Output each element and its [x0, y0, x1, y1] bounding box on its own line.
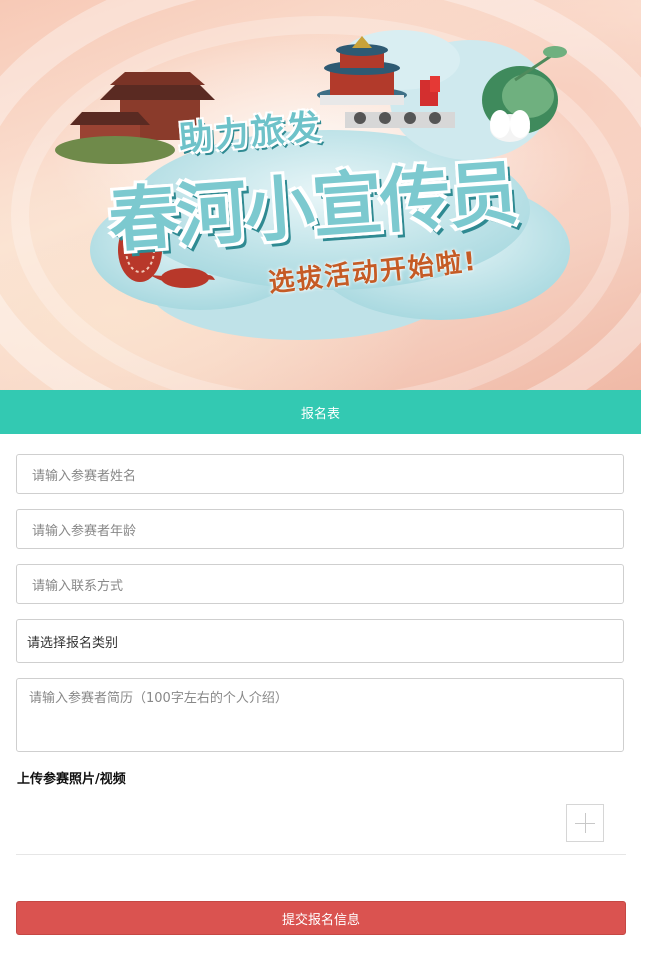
participant-name-input[interactable]: 请输入参赛者姓名: [16, 454, 624, 494]
upload-add-button[interactable]: [566, 804, 604, 842]
submit-button[interactable]: 提交报名信息: [16, 901, 626, 935]
category-select[interactable]: 请选择报名类别: [16, 619, 624, 663]
form-header: 报名表: [0, 390, 641, 434]
participant-age-input[interactable]: 请输入参赛者年龄: [16, 509, 624, 549]
contact-input[interactable]: 请输入联系方式: [16, 564, 624, 604]
resume-textarea[interactable]: 请输入参赛者简历（100字左右的个人介绍）: [16, 678, 624, 752]
upload-section-title: 上传参赛照片/视频: [17, 772, 126, 787]
hero-banner: 助力旅发 春河小宣传员 选拔活动开始啦!: [0, 0, 641, 390]
divider: [16, 854, 626, 855]
